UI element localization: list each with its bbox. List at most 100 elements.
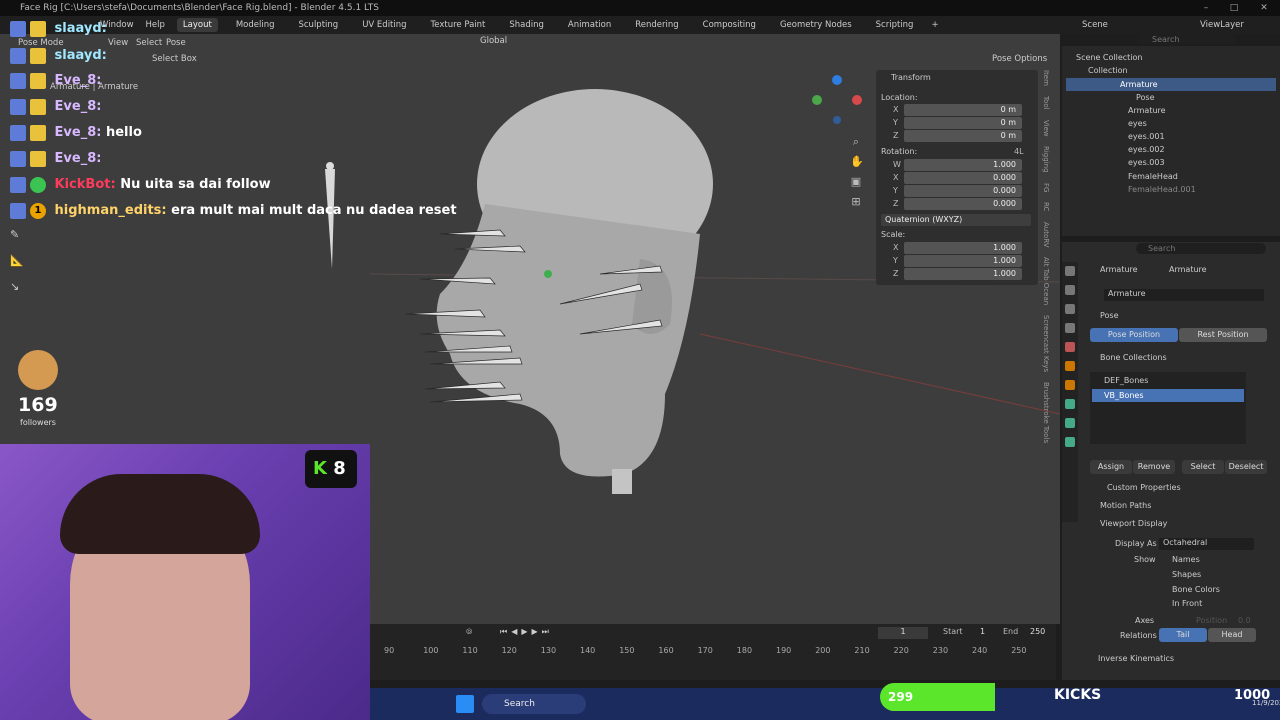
sidebar-tab-rigging[interactable]: Rigging — [1042, 146, 1050, 173]
pan-icon[interactable]: ✋ — [850, 152, 864, 172]
relations-head-button[interactable]: Head — [1208, 628, 1256, 642]
datablock-name-field[interactable]: Armature — [1104, 289, 1264, 301]
motion-paths-header[interactable]: Motion Paths — [1100, 501, 1151, 510]
sidebar-tab-tool[interactable]: Tool — [1042, 96, 1050, 110]
sidebar-tab-alt-tab-ocean[interactable]: Alt Tab Ocean — [1042, 257, 1050, 305]
object-tab-icon[interactable] — [1065, 380, 1075, 390]
rotation-x-field[interactable]: 0.000 — [904, 172, 1022, 184]
start-frame-field[interactable]: 1 — [980, 627, 985, 636]
bone-collections-header[interactable]: Bone Collections — [1100, 353, 1167, 362]
viewport-display-header[interactable]: Viewport Display — [1100, 519, 1167, 528]
tab-scripting[interactable]: Scripting — [870, 18, 920, 32]
transform-header[interactable]: Transform — [891, 72, 931, 84]
grid-icon[interactable]: ⊞ — [850, 192, 862, 212]
rotation-z-field[interactable]: 0.000 — [904, 198, 1022, 210]
custom-properties-header[interactable]: Custom Properties — [1107, 483, 1181, 492]
axes-position[interactable]: Position — [1196, 616, 1227, 625]
scene-selector[interactable]: Scene — [1082, 16, 1108, 34]
windows-start-icon[interactable] — [456, 695, 474, 713]
properties-search[interactable]: Search — [1136, 243, 1266, 254]
world-tab-icon[interactable] — [1065, 361, 1075, 371]
names-checkbox[interactable]: Names — [1172, 555, 1200, 564]
scale-z-field[interactable]: 1.000 — [904, 268, 1022, 280]
measure-icon[interactable]: 📐 — [10, 248, 24, 274]
outliner-item-armature[interactable]: Armature — [1066, 78, 1276, 91]
location-z-field[interactable]: 0 m — [904, 130, 1022, 142]
sidebar-tab-autorv[interactable]: AutoRV — [1042, 222, 1050, 248]
scene-tab-icon[interactable] — [1065, 342, 1075, 352]
outliner-item-femalehead[interactable]: FemaleHead — [1128, 170, 1178, 183]
add-workspace-button[interactable]: + — [931, 20, 938, 30]
output-tab-icon[interactable] — [1065, 304, 1075, 314]
tab-rendering[interactable]: Rendering — [629, 18, 684, 32]
zoom-icon[interactable]: ⌕ — [850, 132, 862, 152]
sidebar-tab-rc[interactable]: RC — [1042, 202, 1050, 211]
tool-tab-icon[interactable] — [1065, 266, 1075, 276]
rotation-mode-dropdown[interactable]: Quaternion (WXYZ) — [881, 214, 1031, 226]
rotation-lock[interactable]: 4L — [1014, 146, 1024, 158]
outliner-item-pose[interactable]: Pose — [1136, 91, 1155, 104]
in-front-checkbox[interactable]: In Front — [1172, 599, 1202, 608]
scale-x-field[interactable]: 1.000 — [904, 242, 1022, 254]
sidebar-tab-item[interactable]: Item — [1042, 70, 1050, 86]
rotation-w-field[interactable]: 1.000 — [904, 159, 1022, 171]
pose-position-button[interactable]: Pose Position — [1090, 328, 1178, 342]
location-y-field[interactable]: 0 m — [904, 117, 1022, 129]
cursor-icon[interactable]: ↘ — [10, 274, 24, 300]
outliner-item-eyes-002[interactable]: eyes.002 — [1128, 143, 1165, 156]
bone-constraint-tab-icon[interactable] — [1065, 437, 1075, 447]
rest-position-button[interactable]: Rest Position — [1179, 328, 1267, 342]
sidebar-tab-screencast-keys[interactable]: Screencast Keys — [1042, 315, 1050, 372]
outliner-item-eyes-001[interactable]: eyes.001 — [1128, 130, 1165, 143]
sidebar-tab-fg[interactable]: FG — [1042, 183, 1050, 192]
taskbar-search[interactable]: Search — [482, 694, 586, 714]
render-tab-icon[interactable] — [1065, 285, 1075, 295]
display-as-dropdown[interactable]: Octahedral — [1159, 538, 1254, 550]
scene-collection-item[interactable]: Scene Collection — [1076, 51, 1143, 64]
bone-tab-icon[interactable] — [1065, 418, 1075, 428]
tab-animation[interactable]: Animation — [562, 18, 617, 32]
tab-compositing[interactable]: Compositing — [697, 18, 762, 32]
outliner-item-eyes[interactable]: eyes — [1128, 117, 1147, 130]
sidebar-tab-brushstroke-tools[interactable]: Brushstroke Tools — [1042, 382, 1050, 443]
bone-colors-checkbox[interactable]: Bone Colors — [1172, 585, 1220, 594]
pose-options-button[interactable]: Pose Options — [992, 52, 1047, 66]
timeline-ruler[interactable]: 90 100 110 120 130 140 150 160 170 180 190 200 210 22… — [370, 646, 1056, 658]
outliner-item-eyes-003[interactable]: eyes.003 — [1128, 156, 1165, 169]
collection-item[interactable]: Collection — [1088, 64, 1128, 77]
breadcrumb-data: Armature — [1169, 265, 1207, 274]
viewlayer-selector[interactable]: ViewLayer — [1200, 16, 1244, 34]
sidebar-tab-view[interactable]: View — [1042, 120, 1050, 137]
maximize-button[interactable]: □ — [1220, 0, 1248, 16]
scale-y-field[interactable]: 1.000 — [904, 255, 1022, 267]
assign-button[interactable]: Assign — [1090, 460, 1132, 474]
select-button[interactable]: Select — [1182, 460, 1224, 474]
bone-collection-vb[interactable]: VB_Bones — [1092, 389, 1244, 402]
outliner-search[interactable]: Search — [1136, 34, 1236, 45]
remove-button[interactable]: Remove — [1133, 460, 1175, 474]
playback-controls[interactable]: ⏮◀▶▶⏭ — [500, 627, 553, 637]
tab-geometry-nodes[interactable]: Geometry Nodes — [774, 18, 858, 32]
armature-data-tab-icon[interactable] — [1065, 399, 1075, 409]
view-layer-tab-icon[interactable] — [1065, 323, 1075, 333]
inverse-kinematics-header[interactable]: Inverse Kinematics — [1098, 654, 1174, 663]
relations-tail-button[interactable]: Tail — [1159, 628, 1207, 642]
minimize-button[interactable]: – — [1192, 0, 1220, 16]
current-frame-field[interactable]: 1 — [878, 627, 928, 639]
close-button[interactable]: ✕ — [1250, 0, 1278, 16]
outliner-item-armature-data[interactable]: Armature — [1128, 104, 1166, 117]
shapes-checkbox[interactable]: Shapes — [1172, 570, 1201, 579]
axes-value[interactable]: 0.0 — [1238, 616, 1251, 625]
record-icon[interactable]: ⦾ — [466, 627, 472, 637]
camera-icon[interactable]: ▣ — [850, 172, 862, 192]
tab-shading[interactable]: Shading — [503, 18, 550, 32]
bone-collection-def[interactable]: DEF_Bones — [1104, 376, 1148, 385]
rotation-y-field[interactable]: 0.000 — [904, 185, 1022, 197]
outliner-item-femalehead-001[interactable]: FemaleHead.001 — [1128, 183, 1196, 196]
pose-section-header[interactable]: Pose — [1100, 311, 1119, 320]
navigation-gizmo[interactable] — [805, 72, 865, 132]
deselect-button[interactable]: Deselect — [1225, 460, 1267, 474]
location-x-field[interactable]: 0 m — [904, 104, 1022, 116]
end-frame-field[interactable]: 250 — [1030, 627, 1045, 636]
orientation-selector[interactable]: Global — [480, 34, 507, 48]
